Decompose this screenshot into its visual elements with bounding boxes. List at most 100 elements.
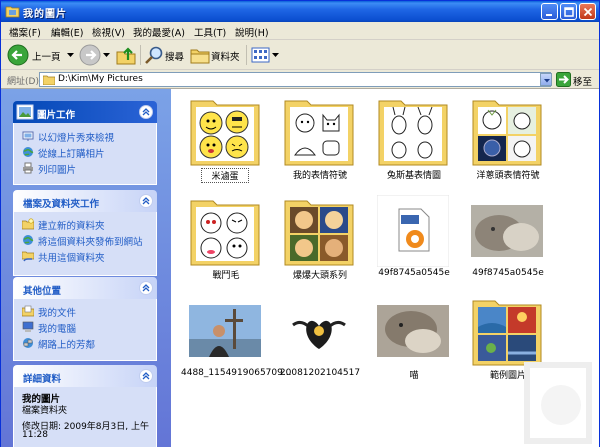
- item-label: 爆爆大頭系列: [292, 271, 347, 281]
- picture-tasks-panel: 圖片工作 以幻燈片秀來檢視 從線上訂購相片 列印圖片: [13, 101, 157, 185]
- image-file-item[interactable]: 49f8745a0545e: [463, 189, 553, 289]
- toolbar-separator: [246, 45, 247, 65]
- up-button[interactable]: [115, 44, 137, 66]
- heart-image-thumbnail: [283, 295, 355, 367]
- close-button[interactable]: [579, 3, 596, 20]
- folder-icon: [43, 75, 55, 85]
- other-places-body: 我的文件 我的電腦 網路上的芳鄰: [13, 299, 157, 361]
- chevron-down-icon[interactable]: [272, 53, 279, 58]
- details-title: 詳細資料: [23, 374, 62, 385]
- menu-bar: 檔案(F) 編輯(E) 檢視(V) 我的最愛(A) 工具(T) 說明(H): [1, 22, 599, 59]
- search-button[interactable]: 搜尋: [144, 44, 184, 66]
- image-file-item[interactable]: 20081202104517: [275, 289, 365, 389]
- up-folder-icon: [116, 47, 136, 65]
- details-header[interactable]: 詳細資料: [13, 365, 157, 387]
- item-label: 兔斯基表情圖: [386, 171, 441, 181]
- collapse-chevron-icon[interactable]: [139, 281, 153, 295]
- folder-item[interactable]: 我的表情符號: [275, 89, 365, 189]
- back-button[interactable]: 上一頁: [7, 44, 75, 66]
- item-label: 20081202104517: [279, 368, 361, 378]
- maximize-button[interactable]: [560, 3, 577, 20]
- slideshow-icon: [22, 131, 34, 141]
- new-folder-icon: [22, 218, 34, 230]
- network-icon: [23, 338, 33, 348]
- go-button[interactable]: 移至: [556, 72, 598, 88]
- folder-icon: [378, 100, 448, 166]
- address-value: D:\Kim\My Pictures: [58, 74, 143, 84]
- folder-icon: [190, 200, 260, 266]
- views-icon: [251, 47, 270, 63]
- shared-folder-icon: [22, 251, 34, 262]
- item-label: 戰鬥毛: [212, 271, 240, 281]
- chevron-down-icon[interactable]: [103, 53, 110, 58]
- cat-photo-thumbnail: [377, 305, 449, 357]
- window-title: 我的圖片: [23, 9, 67, 20]
- address-bar: 網址(D) D:\Kim\My Pictures: [1, 71, 599, 89]
- folder-item[interactable]: 米滷蛋: [181, 89, 271, 189]
- item-label: 我的表情符號: [292, 171, 347, 181]
- collapse-chevron-icon[interactable]: [139, 194, 153, 208]
- picture-tasks-body: 以幻燈片秀來檢視 從線上訂購相片 列印圖片: [13, 123, 157, 185]
- ico-file-item[interactable]: 49f8745a0545e: [369, 189, 459, 289]
- folder-item[interactable]: 洋蔥頭表情符號: [463, 89, 553, 189]
- toolbar-separator: [140, 45, 141, 65]
- maximize-icon: [564, 7, 574, 17]
- image-file-item[interactable]: 4488_1154919065709...: [181, 289, 291, 389]
- folders-label: 資料夾: [211, 52, 240, 63]
- folder-icon: [5, 6, 20, 18]
- go-label: 移至: [573, 77, 593, 88]
- title-bar[interactable]: 我的圖片: [1, 1, 599, 22]
- folders-button[interactable]: 資料夾: [190, 44, 242, 66]
- folder-item[interactable]: 戰鬥毛: [181, 189, 271, 289]
- folder-item[interactable]: 兔斯基表情圖: [369, 89, 459, 189]
- file-tasks-header[interactable]: 檔案及資料夾工作: [13, 190, 157, 212]
- picture-tasks-header[interactable]: 圖片工作: [13, 101, 157, 123]
- ico-file-icon: [377, 195, 449, 267]
- toolbar: 上一頁 搜尋 資料夾: [1, 40, 599, 70]
- computer-icon: [22, 321, 34, 332]
- menu-favorites[interactable]: 我的最愛(A): [133, 25, 185, 39]
- forward-button[interactable]: [79, 44, 111, 66]
- folder-item[interactable]: 爆爆大頭系列: [275, 189, 365, 289]
- cat-photo-thumbnail: [471, 205, 543, 257]
- other-places-header[interactable]: 其他位置: [13, 277, 157, 299]
- collapse-chevron-icon[interactable]: [139, 369, 153, 383]
- menu-tools[interactable]: 工具(T): [194, 25, 226, 39]
- image-file-item[interactable]: 喵: [369, 289, 459, 389]
- menu-view[interactable]: 檢視(V): [92, 25, 125, 39]
- documents-folder-icon: [22, 305, 34, 317]
- address-dropdown-button[interactable]: [540, 73, 552, 86]
- details-type: 檔案資料夾: [22, 406, 68, 416]
- go-arrow-icon: [556, 72, 571, 87]
- chevron-down-icon: [544, 79, 550, 83]
- folder-icon: [472, 100, 542, 166]
- folder-icon: [190, 100, 260, 166]
- minimize-button[interactable]: [541, 3, 558, 20]
- globe-icon: [23, 235, 34, 245]
- address-input[interactable]: D:\Kim\My Pictures: [39, 72, 551, 87]
- file-view: 米滷蛋 我的表情符號 兔斯基表情圖 洋蔥頭表情符號 戰鬥毛 爆爆大頭系列 49f…: [171, 89, 599, 447]
- picture-icon: [16, 104, 34, 120]
- pictures-watermark-icon: [524, 362, 592, 444]
- printer-icon: [23, 162, 33, 174]
- minimize-icon: [546, 14, 552, 16]
- person-photo-thumbnail: [189, 305, 261, 357]
- menu-edit[interactable]: 編輯(E): [51, 25, 83, 39]
- file-tasks-body: 建立新的資料夾 將這個資料夾發佈到網站 共用這個資料夾: [13, 212, 157, 276]
- file-tasks-panel: 檔案及資料夾工作 建立新的資料夾 將這個資料夾發佈到網站 共用這個資料夾: [13, 190, 157, 276]
- item-label: 49f8745a0545e: [378, 268, 450, 278]
- close-icon: [583, 7, 593, 17]
- menu-help[interactable]: 說明(H): [235, 25, 269, 39]
- address-label: 網址(D): [7, 77, 39, 87]
- chevron-down-icon[interactable]: [67, 53, 74, 58]
- file-tasks-title: 檔案及資料夾工作: [23, 199, 100, 210]
- details-modified-time: 11:28: [22, 430, 48, 440]
- task-pane: 圖片工作 以幻燈片秀來檢視 從線上訂購相片 列印圖片 檔案及資料夾工作 建立新的…: [1, 89, 171, 447]
- picture-tasks-title: 圖片工作: [37, 110, 76, 121]
- item-label: 49f8745a0545e: [472, 268, 544, 278]
- back-arrow-icon: [7, 44, 29, 66]
- views-button[interactable]: [251, 44, 279, 66]
- item-label: 喵: [409, 371, 419, 381]
- collapse-chevron-icon[interactable]: [139, 105, 153, 119]
- menu-file[interactable]: 檔案(F): [9, 25, 41, 39]
